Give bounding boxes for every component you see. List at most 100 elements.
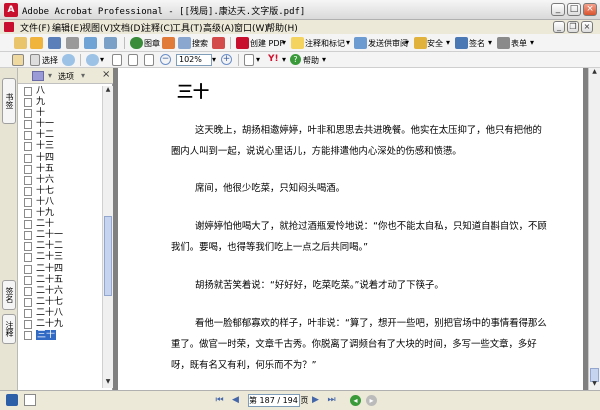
- bookmark-item[interactable]: 十一: [22, 119, 100, 130]
- maximize-button[interactable]: □: [567, 3, 581, 16]
- chevron-down-icon[interactable]: ▾: [256, 55, 260, 64]
- bookmark-item[interactable]: 十四: [22, 153, 100, 164]
- hand-icon[interactable]: [12, 54, 24, 66]
- chevron-down-icon[interactable]: ▾: [488, 38, 492, 47]
- print-icon[interactable]: [66, 37, 79, 49]
- actual-size-icon[interactable]: [112, 54, 122, 66]
- forward-view-icon[interactable]: ▸: [366, 395, 377, 406]
- menu-document[interactable]: 文档(D): [112, 21, 144, 34]
- first-page-button[interactable]: ⏮: [214, 395, 225, 406]
- zoom-in-plus-icon[interactable]: +: [221, 54, 232, 65]
- snapshot-icon[interactable]: [62, 54, 75, 66]
- email-icon[interactable]: [84, 37, 97, 49]
- bookmark-item[interactable]: 十二: [22, 130, 100, 141]
- chevron-down-icon[interactable]: ▾: [212, 55, 216, 64]
- menu-window[interactable]: 窗口(W): [234, 21, 268, 34]
- page-number-field[interactable]: 第 187 / 194 页: [248, 394, 308, 407]
- camera-icon[interactable]: [162, 37, 175, 49]
- bookmark-item[interactable]: 二十七: [22, 297, 100, 308]
- lock-icon[interactable]: [414, 37, 427, 49]
- menu-comments[interactable]: 注释(C): [142, 21, 173, 34]
- chevron-down-icon[interactable]: ▾: [405, 38, 409, 47]
- zoom-in-icon[interactable]: [86, 54, 99, 66]
- bookmark-item[interactable]: 十八: [22, 197, 100, 208]
- menu-view[interactable]: 视图(V): [82, 21, 113, 34]
- next-page-button[interactable]: ▶: [310, 395, 321, 406]
- select-tool-button[interactable]: 选择: [42, 55, 58, 66]
- menu-file[interactable]: 文件(F): [20, 21, 50, 34]
- help-button[interactable]: 帮助: [303, 55, 319, 66]
- rotate-icon[interactable]: [244, 54, 254, 66]
- layout-icon[interactable]: [6, 394, 18, 406]
- chevron-down-icon[interactable]: ▾: [322, 55, 326, 64]
- bookmark-item[interactable]: 二十二: [22, 241, 100, 252]
- bookmark-item[interactable]: 二十八: [22, 308, 100, 319]
- fit-width-icon[interactable]: [144, 54, 154, 66]
- doc-close-button[interactable]: ×: [581, 21, 593, 33]
- bookmark-item[interactable]: 十: [22, 108, 100, 119]
- forms-button[interactable]: 表单: [511, 38, 527, 49]
- close-icon[interactable]: ×: [102, 69, 110, 80]
- chevron-down-icon[interactable]: ▾: [530, 38, 534, 47]
- bookmark-item[interactable]: 十七: [22, 186, 100, 197]
- bookmark-item[interactable]: 二十四: [22, 264, 100, 275]
- bookmark-item[interactable]: 九: [22, 97, 100, 108]
- pen-icon[interactable]: [455, 37, 468, 49]
- bookmarks-scrollbar[interactable]: ▲ ▼: [102, 86, 113, 388]
- close-button[interactable]: ×: [583, 3, 597, 16]
- search-button[interactable]: 搜索: [192, 38, 208, 49]
- scroll-up-icon[interactable]: ▲: [104, 86, 112, 94]
- scroll-down-icon[interactable]: ▼: [104, 378, 112, 386]
- chevron-down-icon[interactable]: ▾: [48, 71, 52, 80]
- bookmark-item[interactable]: 十六: [22, 175, 100, 186]
- zoom-level-input[interactable]: 102%: [176, 54, 212, 66]
- options-menu[interactable]: 选项: [58, 71, 74, 82]
- sign-button[interactable]: 签名: [469, 38, 485, 49]
- bookmark-item[interactable]: 二十五: [22, 275, 100, 286]
- chevron-down-icon[interactable]: ▾: [446, 38, 450, 47]
- bookmark-item[interactable]: 十九: [22, 208, 100, 219]
- review-icon[interactable]: [354, 37, 367, 49]
- doc-minimize-button[interactable]: _: [553, 21, 565, 33]
- fit-page-icon[interactable]: [128, 54, 138, 66]
- menu-edit[interactable]: 编辑(E): [52, 21, 83, 34]
- document-scrollbar[interactable]: ▲ ▼: [588, 68, 600, 390]
- tab-signatures[interactable]: 签名: [2, 280, 16, 310]
- search-icon[interactable]: [178, 37, 191, 49]
- scroll-down-icon[interactable]: ▼: [590, 380, 599, 389]
- bookmark-item[interactable]: 八: [22, 86, 100, 97]
- help-icon[interactable]: ?: [290, 54, 301, 65]
- save-icon[interactable]: [48, 37, 61, 49]
- bookmark-item[interactable]: 二十六: [22, 286, 100, 297]
- comment-markup-button[interactable]: 注释和标记: [305, 38, 345, 49]
- comment-icon[interactable]: [291, 37, 304, 49]
- pdf-icon[interactable]: [236, 37, 249, 49]
- tab-bookmarks[interactable]: 书签: [2, 78, 16, 124]
- stamp-icon[interactable]: [130, 37, 143, 49]
- create-pdf-button[interactable]: 创建 PDF: [250, 38, 284, 49]
- bookmark-item[interactable]: 二十九: [22, 319, 100, 330]
- chevron-down-icon[interactable]: ▾: [100, 55, 104, 64]
- tab-comments[interactable]: 注释: [2, 314, 16, 344]
- bookmarks-scroll-thumb[interactable]: [104, 216, 112, 296]
- minimize-button[interactable]: _: [551, 3, 565, 16]
- back-view-icon[interactable]: ◂: [350, 395, 361, 406]
- zoom-out-icon[interactable]: −: [160, 54, 171, 65]
- chevron-down-icon[interactable]: ▾: [81, 71, 85, 80]
- bookmark-item[interactable]: 二十三: [22, 252, 100, 263]
- bookmark-item[interactable]: 三十: [22, 330, 100, 341]
- bookmark-item[interactable]: 十五: [22, 164, 100, 175]
- page-icon[interactable]: [24, 394, 36, 406]
- security-button[interactable]: 安全: [427, 38, 443, 49]
- attach-icon[interactable]: [104, 37, 117, 49]
- stamp-label[interactable]: 图章: [144, 38, 160, 49]
- menu-advanced[interactable]: 高级(A): [203, 21, 234, 34]
- open-folder-icon[interactable]: [30, 37, 43, 49]
- menu-tools[interactable]: 工具(T): [172, 21, 203, 34]
- last-page-button[interactable]: ⏭: [326, 395, 337, 406]
- chevron-down-icon[interactable]: ▾: [282, 55, 286, 64]
- bookmark-item[interactable]: 二十一: [22, 230, 100, 241]
- send-review-button[interactable]: 发送供审阅: [368, 38, 408, 49]
- yahoo-icon[interactable]: Y!: [268, 54, 279, 64]
- previous-page-button[interactable]: ◀: [230, 395, 241, 406]
